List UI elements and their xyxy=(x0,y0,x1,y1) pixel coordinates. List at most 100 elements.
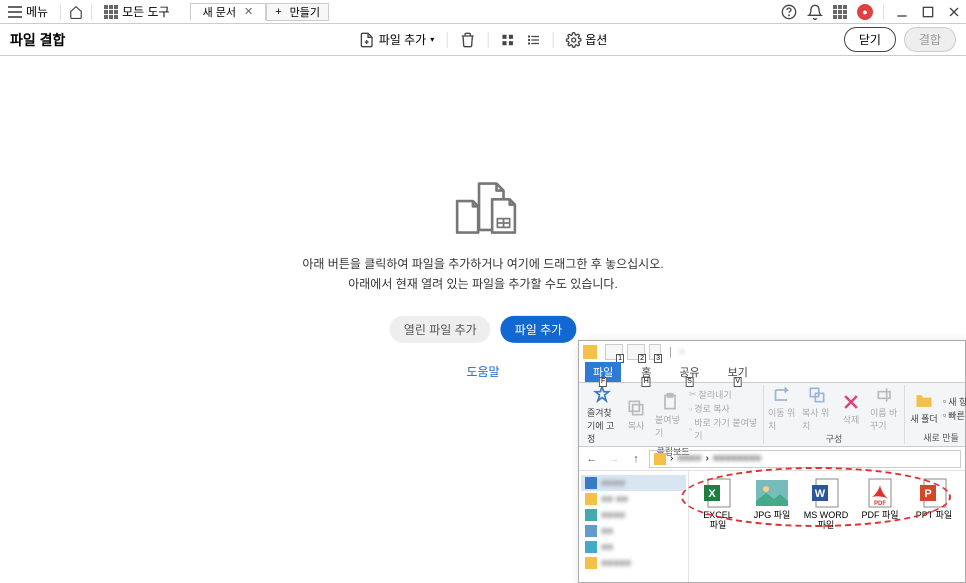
toolbar-right: 닫기 결합 xyxy=(844,27,956,52)
forward-button[interactable]: → xyxy=(605,450,623,468)
ribbon-group-clipboard: 즐겨찾기에 고정 복사 붙여넣기 ✂잘라내기 ▫경로 복사 ▫바로 가기 붙여넣… xyxy=(583,385,764,444)
file-jpg[interactable]: JPG 파일 xyxy=(749,477,795,531)
divider xyxy=(446,32,447,48)
tree-item[interactable]: ■■ xyxy=(581,539,686,555)
divider xyxy=(487,32,488,48)
tree-item[interactable]: ■■■■ xyxy=(581,475,686,491)
home-icon[interactable] xyxy=(69,5,83,19)
quick-access-toolbar: 1 2 3 xyxy=(605,344,661,360)
new-small: ▫새 항 ▫빠른 xyxy=(943,395,966,422)
grid-view-icon[interactable] xyxy=(500,33,514,47)
combine-button[interactable]: 결합 xyxy=(904,27,956,52)
account-icon[interactable]: ● xyxy=(857,4,873,20)
minimize-icon[interactable] xyxy=(894,4,910,20)
svg-text:W: W xyxy=(815,488,826,500)
quick-access-button[interactable]: ▫빠른 xyxy=(943,409,965,422)
rename-button[interactable]: 이름 바꾸기 xyxy=(870,385,900,432)
delete-icon xyxy=(841,392,861,412)
new-item-button[interactable]: ▫새 항 xyxy=(943,395,966,408)
nav-tree: ■■■■ ■■ ■■ ■■■■ ■■ ■■ ■■■■■ xyxy=(579,471,689,582)
key-hint: S xyxy=(685,377,694,387)
new-folder[interactable]: 새 폴더 xyxy=(909,391,939,425)
tree-item[interactable]: ■■■■■ xyxy=(581,555,686,571)
files-pane: X EXCEL 파일 JPG 파일 W MS WORD 파일 PDF PDF 파… xyxy=(689,471,965,582)
hamburger-icon xyxy=(8,6,22,18)
maximize-icon[interactable] xyxy=(920,4,936,20)
tree-item[interactable]: ■■ ■■ xyxy=(581,491,686,507)
clipboard-small: ✂잘라내기 ▫경로 복사 ▫바로 가기 붙여넣기 xyxy=(689,388,759,442)
help-link[interactable]: 도움말 xyxy=(466,363,499,380)
address-bar-row: ← → ↑ › ■■■■ › ■■■■■■■■ xyxy=(579,447,965,471)
ribbon-tab-view[interactable]: 보기V xyxy=(720,362,756,382)
ppt-icon: P xyxy=(918,477,950,509)
close-button[interactable]: 닫기 xyxy=(844,27,896,52)
ribbon-group-organize: 이동 위치 복사 위치 삭제 이름 바꾸기 구성 xyxy=(764,385,905,444)
ribbon-tab-file[interactable]: 파일F xyxy=(585,362,621,382)
downloads-icon xyxy=(585,509,597,521)
ribbon-tab-share[interactable]: 공유S xyxy=(671,362,707,382)
tree-item[interactable]: ■■■■ xyxy=(581,507,686,523)
list-view-icon[interactable] xyxy=(526,33,540,47)
tree-item[interactable]: ■■ xyxy=(581,523,686,539)
address-bar[interactable]: › ■■■■ › ■■■■■■■■ xyxy=(649,450,961,468)
explorer-titlebar: 1 2 3 | ▪ xyxy=(579,341,965,363)
qat-item[interactable]: 2 xyxy=(627,344,645,360)
cut-button[interactable]: ✂잘라내기 xyxy=(689,388,732,401)
divider xyxy=(552,32,553,48)
copy-icon xyxy=(626,398,646,418)
file-label: MS WORD 파일 xyxy=(803,511,849,531)
copy-button[interactable]: 복사 xyxy=(621,398,651,432)
tabs: 새 문서 ✕ + 만들기 xyxy=(190,3,329,21)
add-file-toolbar-button[interactable]: 파일 추가 ▾ xyxy=(359,31,435,48)
bell-icon[interactable] xyxy=(807,4,823,20)
file-word[interactable]: W MS WORD 파일 xyxy=(803,477,849,531)
paste-shortcut-button[interactable]: ▫바로 가기 붙여넣기 xyxy=(689,416,759,442)
pin-favorites[interactable]: 즐겨찾기에 고정 xyxy=(587,385,617,445)
qat-dropdown[interactable]: 3 xyxy=(649,344,661,360)
file-ppt[interactable]: P PPT 파일 xyxy=(911,477,957,531)
menu-button[interactable]: 메뉴 xyxy=(4,1,52,22)
paste-button[interactable]: 붙여넣기 xyxy=(655,392,685,439)
key-hint: V xyxy=(733,377,742,387)
tab-new-document[interactable]: 새 문서 ✕ xyxy=(190,3,267,21)
move-to[interactable]: 이동 위치 xyxy=(768,385,798,432)
ribbon-tab-home[interactable]: 홈H xyxy=(633,362,659,382)
ribbon-group-new: 새 폴더 ▫새 항 ▫빠른 새로 만들 xyxy=(905,385,966,444)
copy-path-button[interactable]: ▫경로 복사 xyxy=(689,402,730,415)
delete-button[interactable]: 삭제 xyxy=(836,392,866,426)
empty-line1: 아래 버튼을 클릭하여 파일을 추가하거나 여기에 드래그한 후 놓으십시오. xyxy=(302,255,663,274)
breadcrumb-blurred: ■■■■■■■■ xyxy=(713,453,761,464)
apps-icon[interactable] xyxy=(833,5,847,19)
dropdown-icon: ▾ xyxy=(430,35,434,44)
up-button[interactable]: ↑ xyxy=(627,450,645,468)
options-button[interactable]: 옵션 xyxy=(565,31,607,48)
crumb-sep: › xyxy=(670,453,673,464)
divider xyxy=(883,4,884,20)
toolbar: 파일 결합 파일 추가 ▾ 옵션 닫기 결합 xyxy=(0,24,966,56)
back-button[interactable]: ← xyxy=(583,450,601,468)
svg-text:P: P xyxy=(924,488,931,500)
add-file-button[interactable]: 파일 추가 xyxy=(501,316,577,343)
copy-to[interactable]: 복사 위치 xyxy=(802,385,832,432)
add-file-icon xyxy=(359,32,375,48)
svg-text:PDF: PDF xyxy=(874,501,886,507)
help-icon[interactable] xyxy=(781,4,797,20)
page-title: 파일 결합 xyxy=(10,30,65,50)
svg-text:X: X xyxy=(708,488,716,500)
file-label: PPT 파일 xyxy=(916,511,952,521)
file-excel[interactable]: X EXCEL 파일 xyxy=(695,477,741,531)
tab-add[interactable]: + 만들기 xyxy=(266,3,329,21)
pin-icon xyxy=(592,385,612,405)
folder-icon xyxy=(585,493,597,505)
trash-icon[interactable] xyxy=(459,32,475,48)
add-open-files-button[interactable]: 열린 파일 추가 xyxy=(390,316,491,343)
empty-text: 아래 버튼을 클릭하여 파일을 추가하거나 여기에 드래그한 후 놓으십시오. … xyxy=(302,255,663,293)
all-tools-button[interactable]: 모든 도구 xyxy=(100,1,174,22)
all-tools-label: 모든 도구 xyxy=(122,3,170,20)
tab-close-icon[interactable]: ✕ xyxy=(244,5,253,18)
rename-icon xyxy=(875,385,895,405)
pdf-icon: PDF xyxy=(864,477,896,509)
file-pdf[interactable]: PDF PDF 파일 xyxy=(857,477,903,531)
qat-item[interactable]: 1 xyxy=(605,344,623,360)
close-icon[interactable] xyxy=(946,4,962,20)
